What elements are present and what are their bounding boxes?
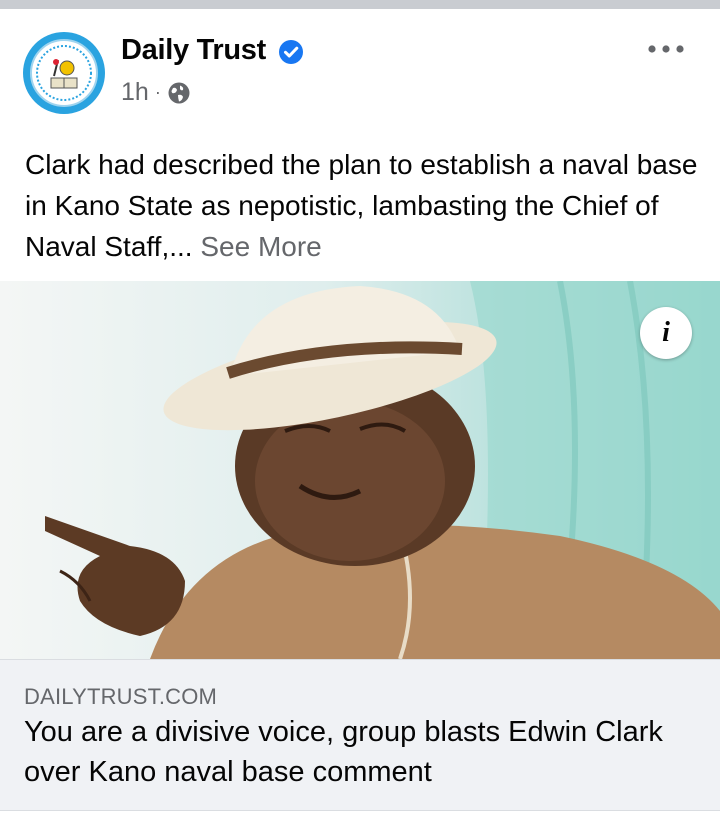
post-header: Daily Trust 1h ·: [0, 9, 720, 129]
verified-badge-icon: [279, 40, 303, 64]
link-domain: DAILYTRUST.COM: [24, 684, 218, 709]
more-options-icon[interactable]: [646, 39, 686, 59]
photo-of-man-in-hat: [0, 281, 720, 659]
post-message: Clark had described the plan to establis…: [25, 144, 705, 267]
post-body-text: Clark had described the plan to establis…: [25, 149, 698, 262]
link-preview-card[interactable]: DAILYTRUST.COM You are a divisive voice,…: [0, 659, 720, 811]
page-name[interactable]: Daily Trust: [121, 34, 266, 67]
page-avatar[interactable]: [23, 32, 105, 114]
globe-icon[interactable]: [167, 81, 191, 105]
info-icon[interactable]: i: [640, 307, 692, 359]
link-headline[interactable]: You are a divisive voice, group blasts E…: [24, 712, 684, 792]
post-time[interactable]: 1h: [121, 78, 149, 107]
feed-divider: [0, 0, 720, 9]
meta-separator: ·: [154, 82, 161, 102]
link-preview-image[interactable]: [0, 281, 720, 659]
daily-trust-logo-icon: [36, 45, 92, 101]
see-more-link[interactable]: See More: [200, 231, 321, 262]
post-meta: 1h ·: [121, 78, 191, 107]
post-footer-space: [0, 811, 720, 839]
